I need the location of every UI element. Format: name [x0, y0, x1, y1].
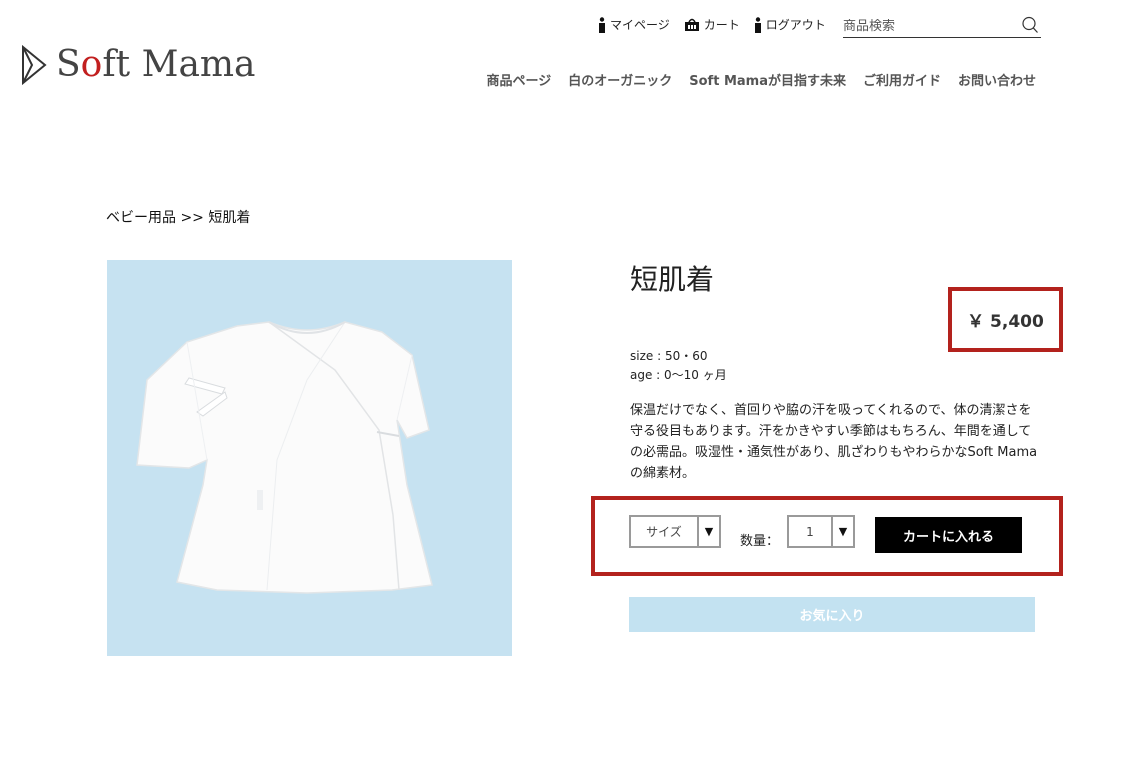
quantity-label: 数量：: [740, 534, 780, 549]
add-to-cart-button[interactable]: カートに入れる: [875, 517, 1022, 553]
favorite-button[interactable]: お気に入り: [629, 597, 1035, 632]
size-select-value: サイズ: [646, 525, 682, 539]
price-highlight-box: ￥ 5,400: [948, 287, 1063, 352]
nav-item-vision[interactable]: Soft Mamaが目指す未来: [689, 70, 846, 89]
logo-mark-icon: [22, 44, 47, 85]
site-logo[interactable]: Soft Mama: [20, 44, 256, 85]
logout-link[interactable]: ログアウト: [754, 16, 826, 33]
product-size: size : 50・60: [630, 349, 708, 363]
product-price: ￥ 5,400: [967, 312, 1044, 332]
global-nav: 商品ページ 白のオーガニック Soft Mamaが目指す未来 ご利用ガイド お問…: [469, 70, 1036, 89]
purchase-action-box: サイズ ▼ 数量： 1 ▼ カートに入れる: [591, 496, 1063, 576]
search-icon[interactable]: [1021, 16, 1039, 34]
person-icon: [599, 16, 605, 33]
cart-link[interactable]: カート: [684, 16, 740, 33]
product-age: age : 0〜10 ヶ月: [630, 368, 727, 382]
chevron-down-icon: ▼: [697, 517, 719, 546]
baby-undershirt-image: [136, 321, 433, 594]
cart-label: カート: [703, 18, 740, 32]
mypage-label: マイページ: [610, 18, 670, 32]
breadcrumb[interactable]: ベビー用品 >> 短肌着: [106, 207, 250, 227]
utility-nav: マイページ カート ログアウト: [598, 16, 840, 33]
search-box: [843, 15, 1041, 38]
chevron-down-icon: ▼: [831, 517, 853, 546]
search-input[interactable]: [843, 18, 1013, 34]
product-title: 短肌着: [630, 263, 715, 296]
product-description: 保温だけでなく、首回りや脇の汗を吸ってくれるので、体の清潔さを守る役目もあります…: [630, 403, 1038, 481]
nav-item-guide[interactable]: ご利用ガイド: [863, 70, 941, 89]
nav-item-products[interactable]: 商品ページ: [486, 70, 551, 89]
nav-item-white-organic[interactable]: 白のオーガニック: [568, 70, 672, 89]
basket-icon: [684, 18, 699, 31]
person-icon: [754, 16, 761, 33]
mypage-link[interactable]: マイページ: [598, 16, 670, 33]
size-select[interactable]: サイズ ▼: [629, 515, 721, 548]
quantity-select[interactable]: 1 ▼: [787, 515, 855, 548]
logo-text: Soft Mama: [56, 44, 256, 85]
nav-item-contact[interactable]: お問い合わせ: [958, 70, 1036, 89]
product-image: [107, 260, 512, 656]
logout-label: ログアウト: [765, 18, 826, 32]
quantity-select-value: 1: [806, 524, 814, 539]
product-specs: size : 50・60 age : 0〜10 ヶ月: [630, 347, 727, 385]
